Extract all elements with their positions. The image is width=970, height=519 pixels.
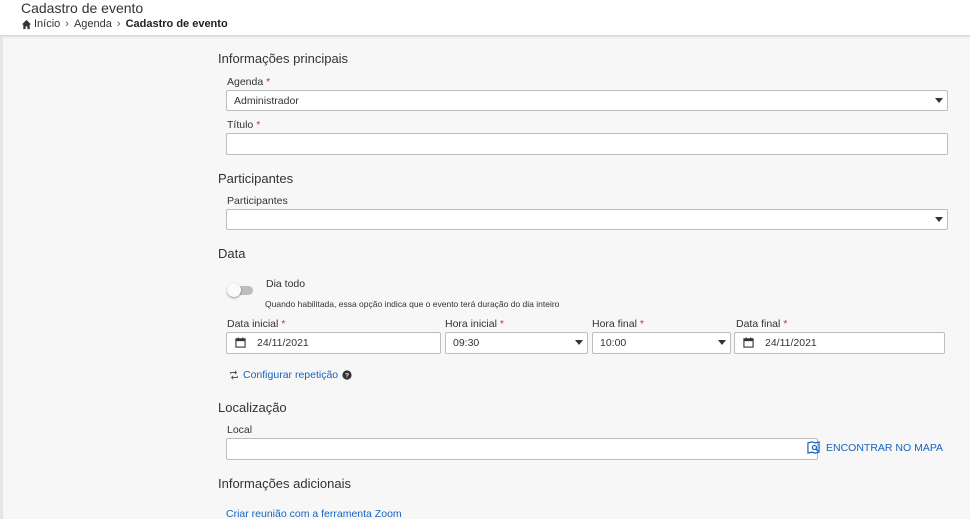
dropdown-arrow-icon <box>935 217 943 222</box>
left-border <box>0 36 3 519</box>
all-day-label: Dia todo <box>266 278 306 290</box>
required-marker: * <box>639 318 644 330</box>
end-date-value: 24/11/2021 <box>765 337 817 349</box>
local-input[interactable] <box>226 438 818 460</box>
start-time-label: Hora inicial * <box>445 318 504 330</box>
repeat-icon <box>230 370 238 380</box>
chevron-right-icon: › <box>116 18 121 30</box>
start-date-value: 24/11/2021 <box>257 337 309 349</box>
date-section-title: Data <box>218 246 246 261</box>
required-marker: * <box>266 76 271 88</box>
titulo-input[interactable] <box>226 133 948 155</box>
calendar-icon[interactable] <box>235 337 246 348</box>
start-date-input[interactable]: 24/11/2021 <box>226 332 441 354</box>
breadcrumb-agenda-link[interactable]: Agenda <box>74 18 112 30</box>
dropdown-arrow-icon <box>718 340 726 345</box>
breadcrumb-home-link[interactable]: Início <box>34 18 60 30</box>
breadcrumb-current: Cadastro de evento <box>125 18 228 30</box>
required-marker: * <box>256 119 261 131</box>
dropdown-arrow-icon <box>575 340 583 345</box>
end-time-select[interactable]: 10:00 <box>592 332 731 354</box>
required-marker: * <box>281 318 286 330</box>
page-header: Cadastro de evento Início › Agenda › Cad… <box>0 0 970 36</box>
home-icon[interactable] <box>21 19 32 30</box>
main-info-section-title: Informações principais <box>218 51 349 66</box>
additional-section-title: Informações adicionais <box>218 476 351 491</box>
page-title: Cadastro de evento <box>21 0 144 16</box>
agenda-label: Agenda * <box>227 76 271 88</box>
breadcrumb: Início › Agenda › Cadastro de evento <box>21 18 228 30</box>
agenda-select-value: Administrador <box>234 95 299 107</box>
participants-section-title: Participantes <box>218 171 294 186</box>
participants-label: Participantes <box>227 195 288 207</box>
start-time-select[interactable]: 09:30 <box>445 332 588 354</box>
end-date-label: Data final * <box>736 318 788 330</box>
all-day-toggle[interactable] <box>227 283 253 297</box>
toggle-knob <box>227 283 241 297</box>
all-day-hint: Quando habilitada, essa opção indica que… <box>265 299 560 309</box>
svg-text:?: ? <box>345 373 349 380</box>
location-section-title: Localização <box>218 400 287 415</box>
event-form-page: Cadastro de evento Início › Agenda › Cad… <box>0 0 970 519</box>
create-zoom-meeting-link[interactable]: Criar reunião com a ferramenta Zoom <box>226 508 402 519</box>
calendar-icon[interactable] <box>743 337 754 348</box>
titulo-label: Título * <box>227 119 261 131</box>
configure-repeat-link[interactable]: Configurar repetição <box>243 369 338 381</box>
find-on-map-label: ENCONTRAR NO MAPA <box>826 441 944 454</box>
agenda-select[interactable]: Administrador <box>226 90 948 111</box>
find-on-map-button[interactable]: ENCONTRAR NO MAPA <box>807 441 943 454</box>
local-label: Local <box>227 424 253 436</box>
end-time-label: Hora final * <box>592 318 644 330</box>
end-time-value: 10:00 <box>600 337 627 349</box>
end-date-input[interactable]: 24/11/2021 <box>734 332 945 354</box>
participants-select[interactable] <box>226 209 948 230</box>
start-date-label: Data inicial * <box>227 318 286 330</box>
map-search-icon <box>807 441 820 454</box>
configure-repeat: Configurar repetição ? <box>229 369 352 381</box>
required-marker: * <box>499 318 504 330</box>
help-icon[interactable]: ? <box>342 370 352 380</box>
dropdown-arrow-icon <box>935 98 943 103</box>
required-marker: * <box>783 318 788 330</box>
start-time-value: 09:30 <box>453 337 480 349</box>
chevron-right-icon: › <box>65 18 69 30</box>
